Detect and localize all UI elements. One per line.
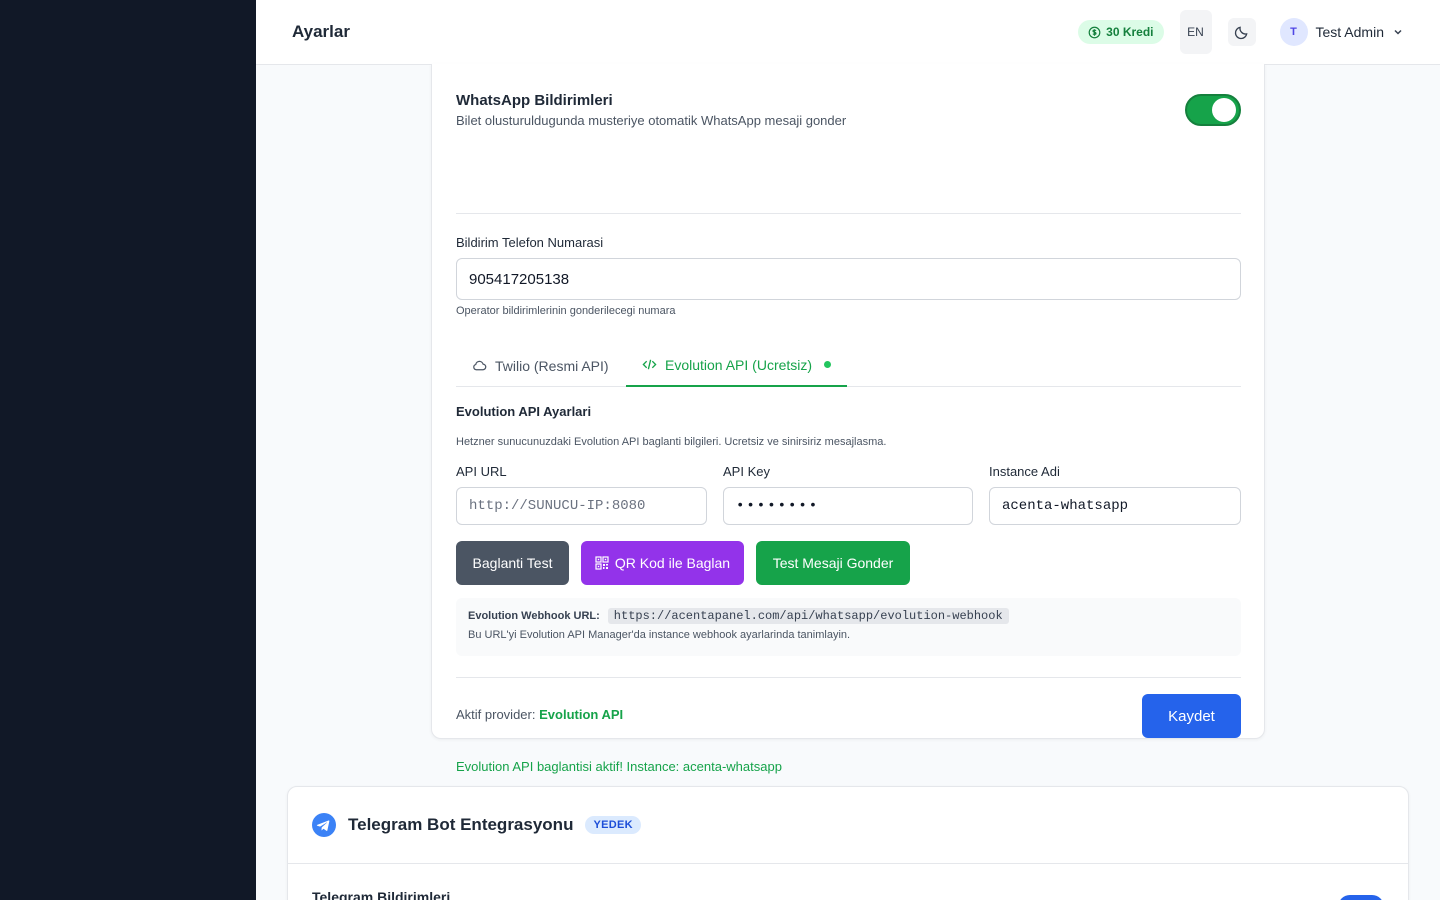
coin-icon — [1088, 26, 1101, 38]
phone-input[interactable] — [456, 258, 1241, 300]
telegram-icon — [312, 813, 336, 837]
webhook-note: Bu URL'yi Evolution API Manager'da insta… — [468, 629, 851, 641]
webhook-url[interactable]: https://acentapanel.com/api/whatsapp/evo… — [607, 608, 1009, 624]
moon-icon — [1234, 26, 1248, 39]
qr-code-icon — [595, 556, 609, 570]
whatsapp-title: WhatsApp Bildirimleri — [456, 92, 613, 109]
provider-prefix: Aktif provider: — [456, 707, 536, 722]
top-bar: Ayarlar 30 Kredi EN T Test Admin — [256, 0, 1440, 65]
theme-toggle-button[interactable] — [1227, 18, 1256, 46]
test-connection-button[interactable]: Baglanti Test — [456, 541, 569, 585]
webhook-line: Evolution Webhook URL: https://acentapan… — [468, 608, 1229, 624]
backup-badge: YEDEK — [585, 816, 641, 834]
user-name: Test Admin — [1315, 24, 1384, 40]
cloud-icon — [473, 360, 487, 371]
qr-connect-label: QR Kod ile Baglan — [614, 555, 731, 571]
webhook-info-box: Evolution Webhook URL: https://acentapan… — [456, 598, 1241, 656]
divider — [456, 677, 1241, 678]
provider-tabs: Twilio (Resmi API) Evolution API (Ucrets… — [456, 344, 1241, 387]
whatsapp-header: WhatsApp Bildirimleri Bilet olusturuldug… — [456, 92, 1241, 128]
divider — [456, 213, 1241, 214]
active-dot — [824, 361, 832, 368]
page-title: Ayarlar — [292, 22, 350, 41]
chevron-down-icon — [1394, 29, 1402, 35]
qr-connect-button[interactable]: QR Kod ile Baglan — [581, 541, 744, 585]
phone-hint: Operator bildirimlerinin gonderilecegi n… — [456, 305, 676, 317]
whatsapp-enable-toggle[interactable] — [1185, 94, 1241, 126]
api-url-input[interactable] — [456, 487, 707, 525]
instance-input[interactable] — [989, 487, 1241, 525]
connection-status-message: Evolution API baglantisi aktif! Instance… — [456, 759, 782, 774]
tab-twilio-label: Twilio (Resmi API) — [495, 357, 609, 374]
tab-twilio[interactable]: Twilio (Resmi API) — [456, 344, 625, 387]
provider-name: Evolution API — [539, 707, 624, 722]
avatar: T — [1279, 18, 1308, 46]
telegram-subtitle: Telegram Bildirimleri — [312, 889, 451, 900]
instance-label: Instance Adi — [989, 464, 1060, 479]
tab-evolution[interactable]: Evolution API (Ucretsiz) — [626, 344, 848, 387]
api-url-label: API URL — [456, 464, 507, 479]
send-test-message-button[interactable]: Test Mesaji Gonder — [756, 541, 910, 585]
api-key-label: API Key — [723, 464, 770, 479]
phone-label: Bildirim Telefon Numarasi — [456, 235, 604, 250]
webhook-label: Evolution Webhook URL: — [468, 610, 600, 622]
whatsapp-description: Bilet olusturuldugunda musteriye otomati… — [456, 113, 847, 128]
active-provider: Aktif provider: Evolution API — [456, 707, 623, 722]
evolution-section-title: Evolution API Ayarlari — [456, 404, 592, 419]
telegram-enable-toggle[interactable] — [1338, 895, 1384, 900]
save-button[interactable]: Kaydet — [1142, 694, 1241, 738]
credit-badge[interactable]: 30 Kredi — [1078, 20, 1164, 44]
toggle-knob — [1212, 98, 1236, 122]
telegram-title: Telegram Bot Entegrasyonu — [348, 815, 574, 834]
code-icon — [642, 359, 657, 370]
telegram-header: Telegram Bot Entegrasyonu YEDEK — [288, 787, 1408, 864]
api-key-input[interactable] — [723, 487, 973, 525]
user-menu[interactable]: T Test Admin — [1279, 18, 1404, 46]
language-button[interactable]: EN — [1179, 10, 1212, 54]
topbar-actions: 30 Kredi EN T Test Admin — [1078, 10, 1404, 54]
whatsapp-settings-card: WhatsApp Bildirimleri Bilet olusturuldug… — [431, 64, 1265, 774]
telegram-settings-card: Telegram Bot Entegrasyonu YEDEK Telegram… — [287, 786, 1409, 900]
tab-evolution-label: Evolution API (Ucretsiz) — [665, 356, 813, 373]
sidebar — [0, 0, 256, 900]
credit-text: 30 Kredi — [1106, 25, 1154, 39]
evolution-section-desc: Hetzner sunucunuzdaki Evolution API bagl… — [456, 436, 887, 448]
